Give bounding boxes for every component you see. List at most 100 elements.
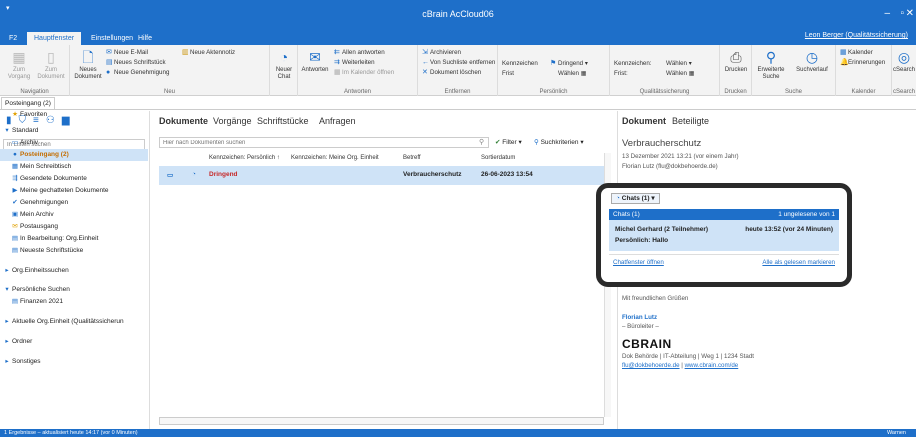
reply-button[interactable]: ✉ Antworten bbox=[300, 49, 330, 74]
tab-f2[interactable]: F2 bbox=[2, 32, 24, 45]
newest-items-icon: ▤ bbox=[11, 247, 19, 254]
signature-name: Florian Lutz bbox=[622, 314, 658, 321]
personal-deadline-select[interactable]: Wählen ▦ bbox=[558, 69, 587, 78]
tab-dokument[interactable]: Dokument bbox=[622, 116, 666, 126]
new-record-button[interactable]: ▥Neue Aktennotiz bbox=[182, 48, 235, 57]
sidebar-item-standard[interactable]: ▾ Standard bbox=[0, 125, 148, 137]
column-personal-flag[interactable]: Kennzeichen: Persönlich ↑ bbox=[209, 155, 280, 161]
chats-dropdown-button[interactable]: ◔ Chats (1) ▾ bbox=[611, 193, 660, 204]
table-row[interactable]: ▭ ◔ Dringend Verbraucherschutz 26-06-202… bbox=[159, 166, 604, 185]
group-antworten: ✉ Antworten ⇇ Allen antworten ⇉ Weiterleite… bbox=[298, 45, 418, 96]
remove-from-list-button[interactable]: ←Von Suchliste entfernen bbox=[422, 58, 495, 67]
tab-posteingang[interactable]: Posteingang (2) bbox=[1, 97, 55, 109]
forward-button[interactable]: ⇉ Weiterleiten bbox=[334, 58, 375, 67]
sidebar-item-misc[interactable]: ▸ Sonstiges bbox=[0, 356, 148, 368]
chatted-documents-icon: ▶ bbox=[12, 187, 18, 194]
chat-list-item[interactable]: Michel Gerhard (2 Teilnehmer) heute 13:5… bbox=[609, 220, 839, 251]
sidebar-item-finances-2021[interactable]: ▤ Finanzen 2021 bbox=[0, 296, 148, 308]
new-mail-button[interactable]: ✉ Neue E-Mail bbox=[106, 48, 148, 57]
status-text: 1 Ergebnisse – aktualisiert heute 14:17 … bbox=[4, 430, 138, 436]
sidebar-item-newest-items[interactable]: ▤ Neueste Schriftstücke bbox=[0, 245, 148, 257]
extended-search-button[interactable]: ⚲ Erweiterte Suche bbox=[754, 49, 788, 81]
sidebar-item-inbox[interactable]: ● Posteingang (2) bbox=[0, 149, 148, 161]
app-menu-icon[interactable]: ▾ bbox=[6, 4, 10, 12]
horizontal-scrollbar[interactable] bbox=[159, 417, 604, 425]
chat-indicator-icon: ◔ bbox=[192, 171, 196, 178]
qa-flag-select[interactable]: Wählen ▾ bbox=[666, 59, 692, 68]
sidebar-item-archive[interactable]: ▭ Archiv bbox=[0, 137, 148, 149]
zoom-to-document-button[interactable]: ▯ Zum Dokument bbox=[36, 49, 66, 81]
sidebar-item-folders[interactable]: ▸ Ordner bbox=[0, 336, 148, 348]
calendar-button[interactable]: ▦Kalender bbox=[840, 48, 873, 57]
chat-participants: Michel Gerhard (2 Teilnehmer) bbox=[615, 226, 709, 233]
tab-beteiligte[interactable]: Beteiligte bbox=[672, 116, 709, 126]
user-link[interactable]: Leon Berger (Qualitätssicherung) bbox=[805, 32, 908, 39]
tab-hauptfenster[interactable]: Hauptfenster bbox=[27, 32, 82, 45]
search-criteria-button[interactable]: ⚲ Suchkriterien ▾ bbox=[534, 138, 584, 146]
sidebar-item-personal-searches[interactable]: ▾ Persönliche Suchen bbox=[0, 284, 148, 296]
mark-all-read-link[interactable]: Alle als gelesen markieren bbox=[762, 259, 835, 266]
sidebar-item-outbox[interactable]: ✉ Postausgang bbox=[0, 221, 148, 233]
sidebar-item-approvals[interactable]: ✔ Genehmigungen bbox=[0, 197, 148, 209]
subject-cell: Verbraucherschutz bbox=[403, 171, 462, 178]
tab-vorgaenge[interactable]: Vorgänge bbox=[213, 116, 252, 126]
email-link[interactable]: flu@dokbehoerde.de bbox=[622, 362, 680, 369]
delete-document-button[interactable]: ✕ Dokument löschen bbox=[422, 68, 481, 77]
open-chat-window-link[interactable]: Chatfenster öffnen bbox=[613, 259, 664, 266]
maximize-icon[interactable]: ▫ bbox=[900, 8, 904, 19]
sidebar-item-label: Sonstiges bbox=[12, 358, 41, 365]
group-entfernen: ⇲ Archivieren ←Von Suchliste entfernen ✕ D… bbox=[418, 45, 498, 96]
search-icon[interactable]: ⚲ bbox=[479, 138, 484, 146]
sidebar-item-label: Ordner bbox=[12, 338, 33, 345]
inbox-icon: ● bbox=[13, 151, 17, 158]
sidebar-item-sent-documents[interactable]: ⇶ Gesendete Dokumente bbox=[0, 173, 148, 185]
archive-button[interactable]: ⇲ Archivieren bbox=[422, 48, 461, 57]
group-label: Qualitätssicherung bbox=[639, 89, 690, 95]
qa-deadline-label: Frist: bbox=[614, 70, 628, 77]
tab-dokumente[interactable]: Dokumente bbox=[159, 116, 208, 126]
signature-role: – Büroleiter – bbox=[622, 323, 659, 330]
sidebar-item-label: Meine gechatteten Dokumente bbox=[20, 187, 109, 194]
sidebar-item-org-searches[interactable]: ▸ Org.Einheitssuchen bbox=[0, 265, 148, 277]
column-date[interactable]: Sortierdatum bbox=[481, 155, 515, 161]
sidebar-item-chatted-documents[interactable]: ▶ Meine gechatteten Dokumente bbox=[0, 185, 148, 197]
new-document-button[interactable]: 🗋 Neues Dokument bbox=[72, 49, 104, 81]
minimize-icon[interactable]: – bbox=[884, 8, 890, 19]
qa-deadline-select[interactable]: Wählen ▦ bbox=[666, 69, 695, 78]
filter-button[interactable]: ✔ Filter ▾ bbox=[495, 138, 522, 146]
web-link[interactable]: www.cbrain.com/de bbox=[685, 362, 739, 369]
close-icon[interactable]: ✕ bbox=[906, 8, 914, 19]
new-chat-button[interactable]: ◔ Neuer Chat bbox=[272, 49, 296, 81]
personal-flag-select[interactable]: ⚑ Dringend ▾ bbox=[550, 59, 588, 68]
sidebar-item-current-org-unit[interactable]: ▸ Aktuelle Org.Einheit (Qualitätssicherun bbox=[0, 316, 148, 328]
sidebar-item-my-archive[interactable]: ▣ Mein Archiv bbox=[0, 209, 148, 221]
group-label: Persönlich bbox=[539, 89, 568, 95]
tab-anfragen[interactable]: Anfragen bbox=[319, 116, 356, 126]
tab-schriftstuecke[interactable]: Schriftstücke bbox=[257, 116, 309, 126]
sidebar-item-in-progress-org[interactable]: ▤ In Bearbeitung: Org.Einheit bbox=[0, 233, 148, 245]
tab-hilfe[interactable]: Hilfe bbox=[131, 32, 159, 45]
document-search-input[interactable] bbox=[159, 137, 489, 148]
csearch-button[interactable]: ◎ cSearch bbox=[892, 49, 916, 74]
column-subject[interactable]: Betreff bbox=[403, 155, 421, 161]
zoom-to-case-button[interactable]: ▦ Zum Vorgang bbox=[4, 49, 34, 81]
sidebar-item-label: Gesendete Dokumente bbox=[20, 175, 87, 182]
column-org-flag[interactable]: Kennzeichen: Meine Org. Einheit bbox=[291, 155, 379, 161]
group-label: Kalender bbox=[851, 89, 876, 95]
flag-icon: ⚑ bbox=[550, 60, 557, 67]
signature-address: Dok Behörde | IT-Abteilung | Weg 1 | 123… bbox=[622, 353, 754, 360]
sidebar-item-label: Persönliche Suchen bbox=[12, 286, 70, 293]
open-calendar-button[interactable]: ▦Im Kalender öffnen bbox=[334, 68, 394, 77]
chat-time: heute 13:52 (vor 24 Minuten) bbox=[745, 226, 833, 233]
print-button[interactable]: ⎙ Drucken bbox=[722, 49, 750, 74]
sidebar-item-favorites[interactable]: ★ Favoriten bbox=[0, 109, 148, 121]
bell-icon: 🔔 bbox=[840, 59, 849, 66]
new-approval-button[interactable]: ● Neue Genehmigung bbox=[106, 68, 169, 77]
sidebar-item-my-desk[interactable]: ▦ Mein Schreibtisch bbox=[0, 161, 148, 173]
reply-all-button[interactable]: ⇇ Allen antworten bbox=[334, 48, 385, 57]
new-item-button[interactable]: ▤Neues Schriftstück bbox=[106, 58, 166, 67]
reminders-button[interactable]: 🔔Erinnerungen bbox=[840, 58, 885, 67]
personal-searches-icon: ▾ bbox=[5, 286, 9, 293]
search-history-button[interactable]: ◷ Suchverlauf bbox=[792, 49, 832, 74]
personal-flag-label: Kennzeichen bbox=[502, 60, 538, 67]
